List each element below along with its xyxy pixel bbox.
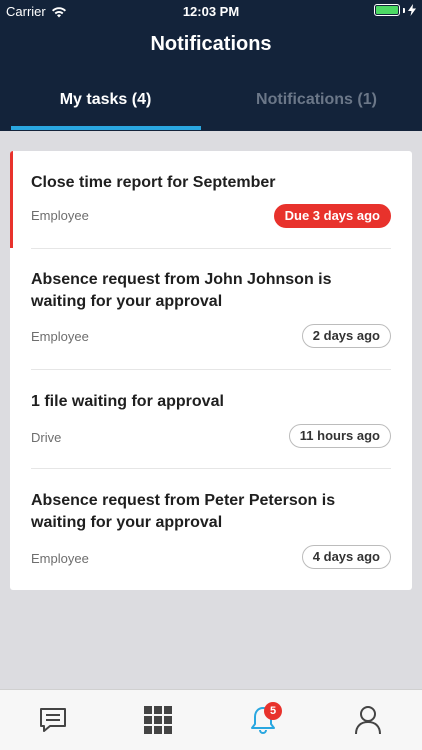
task-item[interactable]: Absence request from John Johnson is wai…: [10, 249, 412, 369]
profile-icon: [355, 706, 381, 735]
task-title: Absence request from John Johnson is wai…: [31, 271, 332, 310]
tabbar-apps[interactable]: [128, 690, 188, 750]
status-time: 12:03 PM: [182, 4, 240, 19]
header-bar: Carrier 12:03 PM Notifications My tasks …: [0, 0, 422, 131]
task-item[interactable]: 1 file waiting for approval Drive 11 hou…: [10, 370, 412, 468]
task-item[interactable]: Absence request from Peter Peterson is w…: [10, 469, 412, 590]
tabbar-notifications[interactable]: 5: [233, 690, 293, 750]
apps-grid-icon: [144, 706, 172, 734]
tabbar-messages[interactable]: [23, 690, 83, 750]
task-title: Close time report for September: [31, 174, 276, 191]
task-source: Employee: [31, 208, 89, 223]
task-title: Absence request from Peter Peterson is w…: [31, 492, 336, 531]
bottom-tab-bar: 5: [0, 689, 422, 750]
task-title: 1 file waiting for approval: [31, 393, 224, 410]
task-source: Drive: [31, 430, 62, 445]
task-source: Employee: [31, 329, 89, 344]
task-source: Employee: [31, 551, 89, 566]
tab-notifications[interactable]: Notifications (1): [211, 78, 422, 131]
task-item[interactable]: Close time report for September Employee…: [10, 151, 412, 248]
battery-icon: [374, 4, 400, 16]
tab-strip: My tasks (4) Notifications (1): [0, 78, 422, 131]
status-bar: Carrier 12:03 PM: [0, 0, 422, 22]
charging-bolt-icon: [408, 4, 416, 16]
overdue-indicator: [10, 151, 13, 248]
due-badge: Due 3 days ago: [273, 204, 391, 228]
time-badge: 2 days ago: [301, 324, 391, 348]
tab-my-tasks[interactable]: My tasks (4): [0, 78, 211, 131]
notification-count-badge: 5: [264, 702, 282, 720]
page-title: Notifications: [150, 33, 272, 55]
time-badge: 4 days ago: [301, 545, 391, 569]
battery-tip: [403, 7, 405, 13]
time-badge: 11 hours ago: [288, 424, 391, 448]
chat-icon: [40, 708, 66, 732]
task-list: Close time report for September Employee…: [10, 151, 412, 590]
active-tab-indicator: [11, 126, 201, 130]
tabbar-profile[interactable]: [338, 690, 398, 750]
